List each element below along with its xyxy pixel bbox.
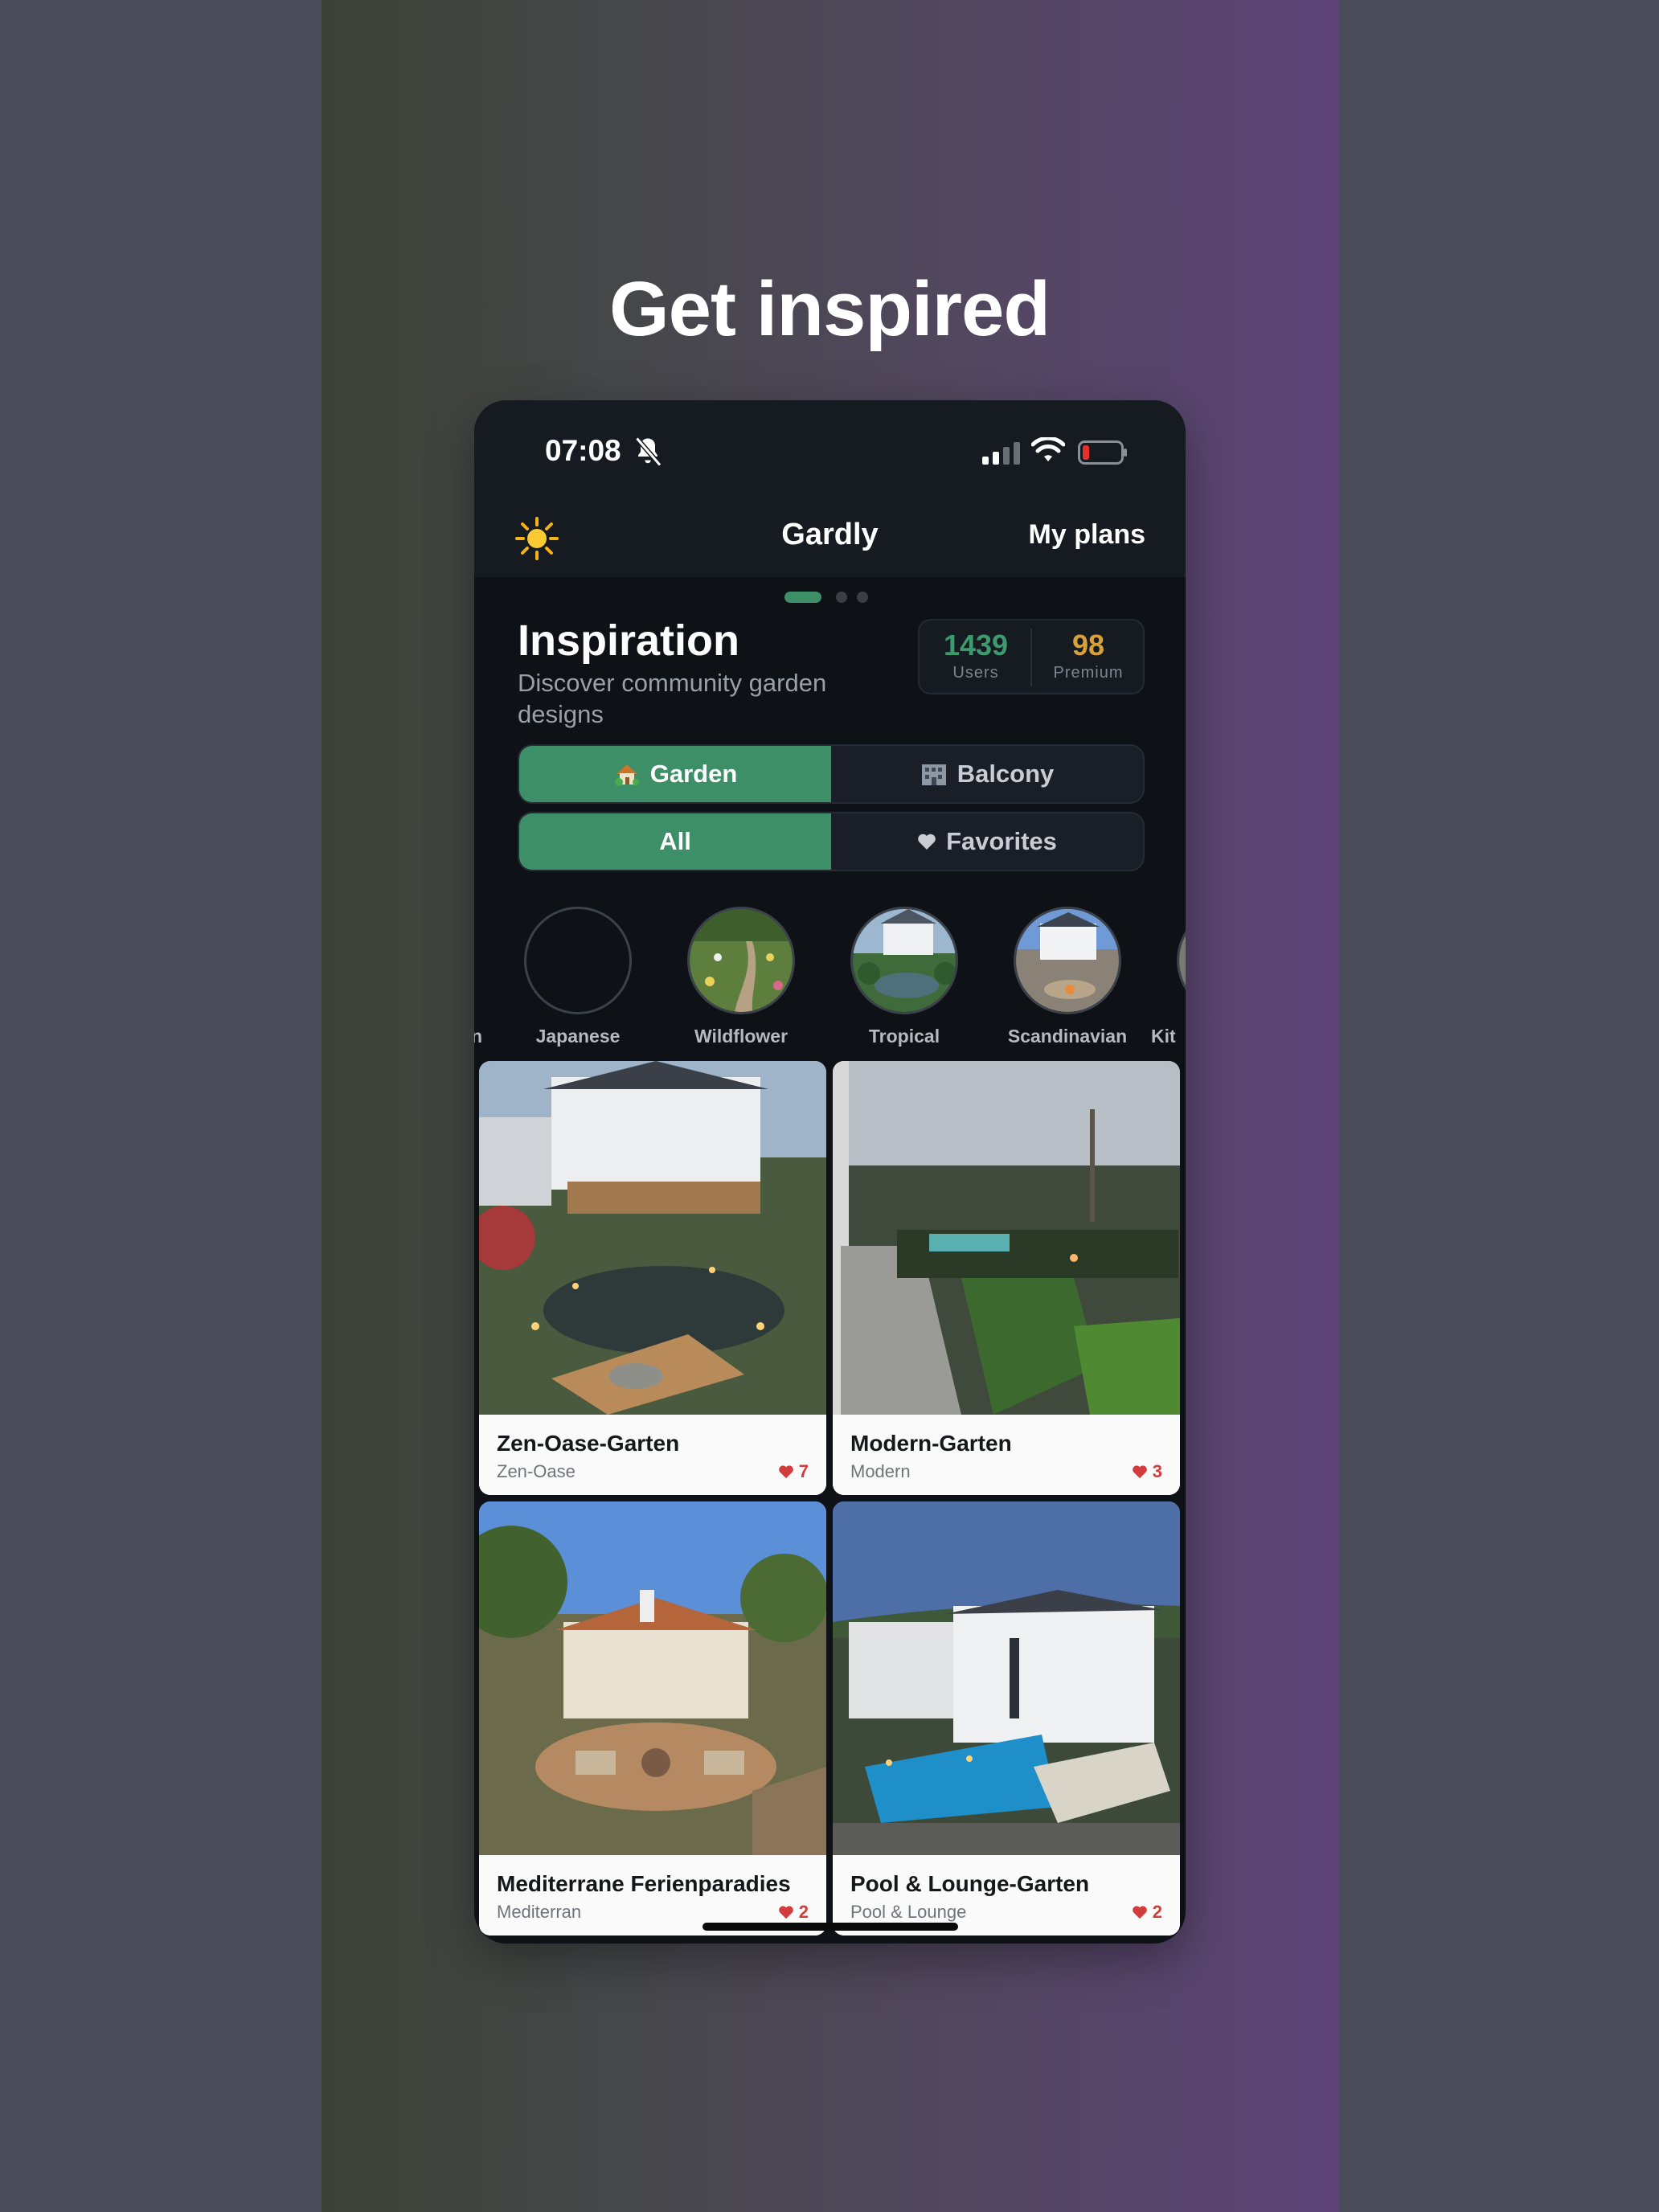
like-count-value: 2 [1152,1902,1162,1922]
design-card[interactable]: Zen-Oase-Garten Zen-Oase 7 [479,1061,826,1495]
heart-icon [1132,1465,1147,1479]
headline: Get inspired [608,266,1051,352]
like-count[interactable]: 7 [778,1461,809,1482]
house-icon [614,764,639,786]
premium-count: 98 [1071,629,1105,662]
modern-garden-image [833,1061,1180,1415]
all-tab-label: All [659,827,691,855]
page-dot[interactable] [857,592,868,603]
card-title: Modern-Garten [850,1431,1012,1456]
heart-icon [1132,1906,1147,1919]
style-label[interactable]: Kit [1151,1026,1186,1047]
style-kitchen-partial[interactable] [1177,907,1186,1014]
heart-icon [918,834,936,850]
garden-tab[interactable]: Garden [519,746,831,802]
balcony-tab-label: Balcony [956,760,1055,788]
home-indicator[interactable] [703,1923,958,1931]
design-card[interactable]: Modern-Garten Modern 3 [833,1061,1180,1495]
page-dot[interactable] [836,592,847,603]
all-tab[interactable]: All [519,813,831,870]
style-label[interactable]: Scandinavian [987,1026,1148,1047]
card-title: Pool & Lounge-Garten [850,1871,1090,1896]
pool-lounge-garden-image [833,1501,1180,1855]
style-tropical[interactable] [850,907,958,1014]
style-scandinavian[interactable] [1014,907,1121,1014]
top-navbar: Gardly My plans [474,497,1186,577]
like-count-value: 7 [798,1461,809,1481]
style-label-partial[interactable]: n [474,1026,482,1047]
building-icon [921,764,946,785]
status-time: 07:08 [545,434,621,467]
heart-icon [778,1906,793,1919]
page-dot-active[interactable] [784,592,821,603]
battery-low-icon [1078,440,1127,465]
phone-screen: 07:08 Gardly My plans Inspiration Discov… [474,400,1186,1944]
design-card[interactable]: Mediterrane Ferienparadies Mediterran 2 [479,1501,826,1936]
filter-toggle: All Favorites [518,812,1145,871]
style-label[interactable]: Tropical [824,1026,985,1047]
space-type-toggle: Garden Balcony [518,744,1145,804]
zen-garden-image [479,1061,826,1415]
community-stats: 1439 Users 98 Premium [918,619,1145,694]
my-plans-button[interactable]: My plans [1029,519,1145,551]
card-footer: Modern-Garten Modern 3 [833,1415,1180,1495]
favorites-tab-label: Favorites [946,827,1057,855]
style-carousel[interactable]: n Japanese Wildflower Tropical Scandinav… [474,907,1186,1051]
section-title: Inspiration [518,616,740,665]
like-count[interactable]: 2 [1132,1902,1162,1923]
users-count: 1439 [943,629,1009,662]
style-japanese[interactable] [524,907,632,1014]
like-count-value: 3 [1152,1461,1162,1481]
like-count[interactable]: 2 [778,1902,809,1923]
scandinavian-thumbnail [1016,909,1119,1012]
card-title: Mediterrane Ferienparadies [497,1871,791,1896]
card-title: Zen-Oase-Garten [497,1431,680,1456]
card-subtitle: Mediterran [497,1902,582,1922]
section-subtitle: Discover community garden designs [518,669,827,728]
card-subtitle: Zen-Oase [497,1461,576,1481]
wifi-icon [1031,437,1065,461]
status-bar: 07:08 [474,400,1186,497]
style-label[interactable]: Wildflower [661,1026,821,1047]
kitchen-thumbnail [1179,909,1186,1012]
card-subtitle: Pool & Lounge [850,1902,967,1922]
mediterranean-garden-image [479,1501,826,1855]
card-footer: Zen-Oase-Garten Zen-Oase 7 [479,1415,826,1495]
like-count-value: 2 [798,1902,809,1922]
wildflower-thumbnail [690,909,793,1012]
premium-label: Premium [1053,664,1124,682]
card-subtitle: Modern [850,1461,911,1481]
users-label: Users [952,664,999,682]
page-indicator [474,592,1186,606]
favorites-tab[interactable]: Favorites [831,813,1143,870]
design-card[interactable]: Pool & Lounge-Garten Pool & Lounge 2 [833,1501,1180,1936]
tropical-thumbnail [853,909,956,1012]
like-count[interactable]: 3 [1132,1461,1162,1482]
style-label[interactable]: Japanese [498,1026,658,1047]
users-stat: 1439 Users [920,621,1032,693]
balcony-tab[interactable]: Balcony [831,746,1143,802]
bell-muted-icon [635,436,662,467]
heart-icon [778,1465,793,1479]
garden-tab-label: Garden [649,760,738,788]
premium-stat: 98 Premium [1032,621,1145,693]
cellular-signal-icon [982,442,1020,465]
style-wildflower[interactable] [687,907,795,1014]
